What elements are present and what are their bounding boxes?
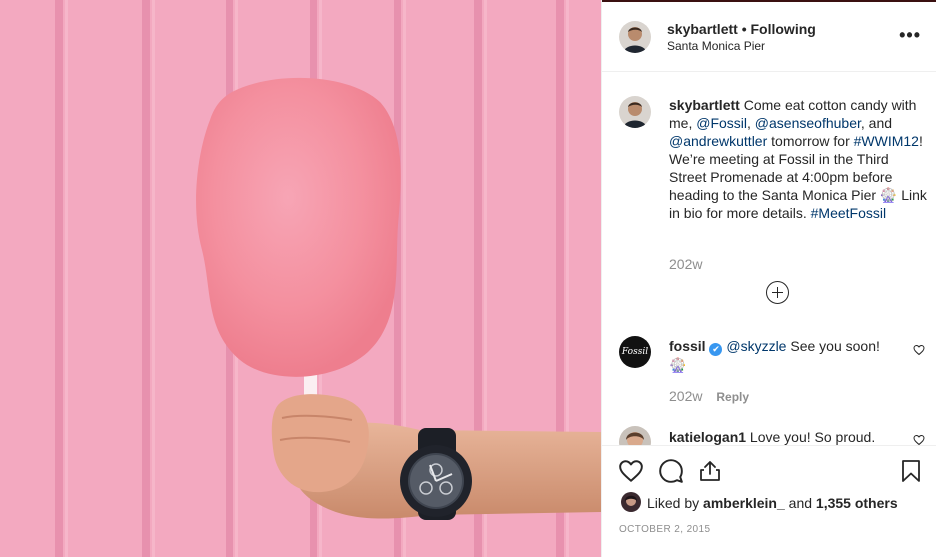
author-username[interactable]: skybartlett xyxy=(667,21,738,37)
mention-link[interactable]: @Fossil xyxy=(696,115,747,131)
caption-username[interactable]: skybartlett xyxy=(669,97,740,113)
comment-heart-icon[interactable] xyxy=(913,434,925,445)
post-side-panel: skybartlett • Following Santa Monica Pie… xyxy=(601,0,936,557)
liker-avatar[interactable] xyxy=(621,492,641,512)
verified-icon: ✔ xyxy=(709,343,723,356)
comment-meta: 202w Reply xyxy=(669,388,749,404)
caption-avatar[interactable] xyxy=(619,96,651,128)
mention-link[interactable]: @skyzzle xyxy=(726,338,786,354)
liked-by-user[interactable]: amberklein_ xyxy=(703,495,785,511)
author-username-line: skybartlett • Following xyxy=(667,21,816,37)
mention-link[interactable]: @asenseofhuber xyxy=(755,115,861,131)
comment-avatar[interactable] xyxy=(619,426,651,445)
hashtag-link[interactable]: #MeetFossil xyxy=(811,205,886,221)
reply-button[interactable]: Reply xyxy=(716,390,749,404)
post-date[interactable]: OCTOBER 2, 2015 xyxy=(619,524,710,535)
comment-username[interactable]: fossil xyxy=(669,338,706,354)
plus-circle-icon[interactable] xyxy=(766,281,789,304)
post-header: skybartlett • Following Santa Monica Pie… xyxy=(602,2,936,72)
hashtag-link[interactable]: #WWIM12 xyxy=(854,133,919,149)
comment: fossil ✔ @skyzzle See you soon! 🎡 xyxy=(669,337,899,374)
post-caption: skybartlett Come eat cotton candy with m… xyxy=(669,96,927,222)
comment-username[interactable]: katielogan1 xyxy=(669,429,746,445)
comments-section[interactable]: skybartlett Come eat cotton candy with m… xyxy=(602,73,936,445)
more-icon[interactable]: ••• xyxy=(899,26,921,44)
caption-text: , and xyxy=(860,115,893,131)
comment-text: Love you! So proud. xyxy=(746,429,876,445)
post-location[interactable]: Santa Monica Pier xyxy=(667,39,765,53)
author-avatar[interactable] xyxy=(619,21,651,53)
comment-avatar[interactable]: Fossil xyxy=(619,336,651,368)
post-image xyxy=(0,0,601,557)
liked-by-prefix: Liked by xyxy=(647,495,704,511)
liked-by-count[interactable]: 1,355 others xyxy=(816,495,898,511)
liked-by-and: and xyxy=(784,495,816,511)
caption-text: , xyxy=(747,115,755,131)
comment-heart-icon[interactable] xyxy=(913,344,925,356)
likes-summary: Liked by amberklein_ and 1,355 others xyxy=(647,495,898,511)
comment-icon[interactable] xyxy=(658,458,684,484)
caption-text: tomorrow for xyxy=(767,133,854,149)
share-icon[interactable] xyxy=(698,458,722,484)
caption-timestamp[interactable]: 202w xyxy=(669,256,702,272)
heart-icon[interactable] xyxy=(618,458,644,484)
bookmark-icon[interactable] xyxy=(899,458,923,484)
comment-timestamp[interactable]: 202w xyxy=(669,388,702,404)
post-photo[interactable] xyxy=(0,0,601,557)
follow-status[interactable]: • Following xyxy=(742,21,816,37)
comment: katielogan1 Love you! So proud. xyxy=(669,428,909,445)
post-actions: Liked by amberklein_ and 1,355 others OC… xyxy=(602,445,936,557)
mention-link[interactable]: @andrewkuttler xyxy=(669,133,767,149)
comment-emoji: 🎡 xyxy=(669,357,687,373)
comment-text: See you soon! xyxy=(786,338,880,354)
